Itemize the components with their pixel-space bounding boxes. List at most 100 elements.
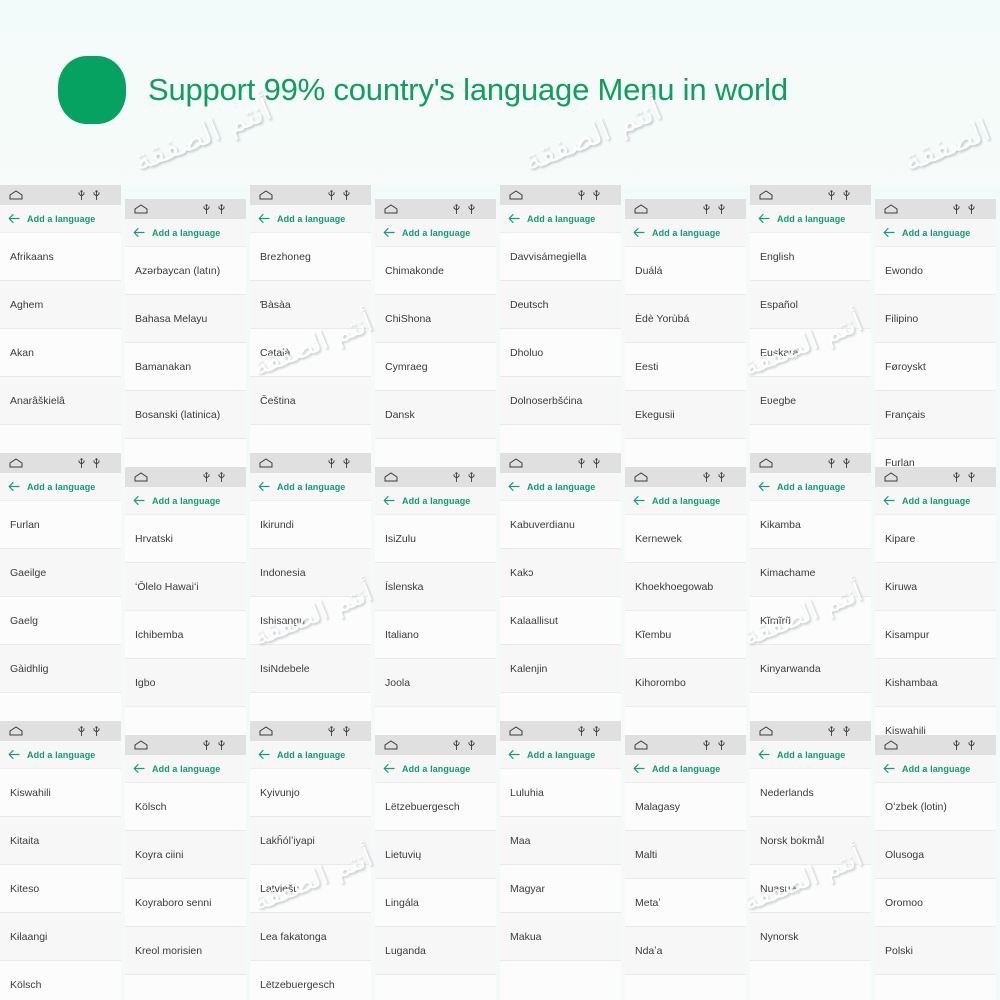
back-button[interactable] xyxy=(758,749,770,760)
language-list-item[interactable]: Duálá xyxy=(625,247,746,295)
back-arrow-icon[interactable] xyxy=(383,227,395,238)
back-arrow-icon[interactable] xyxy=(133,227,145,238)
back-arrow-icon[interactable] xyxy=(883,227,895,238)
language-list-item[interactable] xyxy=(375,975,496,1000)
language-list-item[interactable]: Kĩembu xyxy=(625,611,746,659)
language-list-item[interactable]: Bahasa Melayu xyxy=(125,295,246,343)
language-list-item[interactable]: Chimakonde xyxy=(375,247,496,295)
back-arrow-icon[interactable] xyxy=(758,213,770,224)
back-button[interactable] xyxy=(133,227,145,238)
language-list-item[interactable]: Kölsch xyxy=(0,961,121,1000)
language-list-item[interactable]: Lakȟólʼiyapi xyxy=(250,817,371,865)
back-button[interactable] xyxy=(133,763,145,774)
language-list-item[interactable]: Azərbaycan (latın) xyxy=(125,247,246,295)
back-button[interactable] xyxy=(508,213,520,224)
language-list-item[interactable]: Nuasue xyxy=(750,865,871,913)
language-list-item[interactable]: Kinyarwanda xyxy=(750,645,871,693)
language-list-item[interactable]: Luganda xyxy=(375,927,496,975)
language-list-item[interactable]: Khoekhoegowab xyxy=(625,563,746,611)
language-list-item[interactable]: Oʻzbek (lotin) xyxy=(875,783,996,831)
language-list-item[interactable]: Kipare xyxy=(875,515,996,563)
back-button[interactable] xyxy=(633,227,645,238)
back-arrow-icon[interactable] xyxy=(8,749,20,760)
language-list-item[interactable]: Akan xyxy=(0,329,121,377)
language-list-item[interactable]: Luluhia xyxy=(500,769,621,817)
language-list-item[interactable]: Koyra ciini xyxy=(125,831,246,879)
language-list-item[interactable]: Italiano xyxy=(375,611,496,659)
language-list-item[interactable]: Kiruwa xyxy=(875,563,996,611)
language-list-item[interactable]: Igbo xyxy=(125,659,246,707)
language-list-item[interactable]: Čeština xyxy=(250,377,371,425)
language-list-item[interactable]: Kiswahili xyxy=(0,769,121,817)
back-arrow-icon[interactable] xyxy=(258,213,270,224)
language-list-item[interactable]: Kiteso xyxy=(0,865,121,913)
language-list-item[interactable]: Kreol morisien xyxy=(125,927,246,975)
language-list-item[interactable]: Brezhoneg xyxy=(250,233,371,281)
back-arrow-icon[interactable] xyxy=(758,481,770,492)
language-list-item[interactable]: Ichibemba xyxy=(125,611,246,659)
language-list-item[interactable]: Oromoo xyxy=(875,879,996,927)
language-list-item[interactable]: Ewondo xyxy=(875,247,996,295)
back-button[interactable] xyxy=(633,495,645,506)
back-arrow-icon[interactable] xyxy=(633,495,645,506)
back-arrow-icon[interactable] xyxy=(8,481,20,492)
back-button[interactable] xyxy=(258,481,270,492)
language-list-item[interactable]: ʻŌlelo Hawaiʻi xyxy=(125,563,246,611)
language-list-item[interactable]: Kisampur xyxy=(875,611,996,659)
language-list-item[interactable]: Bosanski (latinica) xyxy=(125,391,246,439)
language-list-item[interactable]: Lietuvių xyxy=(375,831,496,879)
back-button[interactable] xyxy=(383,227,395,238)
back-arrow-icon[interactable] xyxy=(383,495,395,506)
back-arrow-icon[interactable] xyxy=(8,213,20,224)
language-list-item[interactable]: ChiShona xyxy=(375,295,496,343)
language-list-item[interactable]: Kikamba xyxy=(750,501,871,549)
language-list-item[interactable]: Kakɔ xyxy=(500,549,621,597)
back-button[interactable] xyxy=(8,481,20,492)
back-arrow-icon[interactable] xyxy=(258,749,270,760)
back-button[interactable] xyxy=(758,213,770,224)
back-button[interactable] xyxy=(258,749,270,760)
language-list-item[interactable]: Nederlands xyxy=(750,769,871,817)
language-list-item[interactable]: Dolnoserbšćina xyxy=(500,377,621,425)
language-list-item[interactable]: Lingála xyxy=(375,879,496,927)
language-list-item[interactable]: Joola xyxy=(375,659,496,707)
language-list-item[interactable]: Lëtzebuergesch xyxy=(250,961,371,1000)
language-list-item[interactable]: Ikirundi xyxy=(250,501,371,549)
language-list-item[interactable]: Eʋegbe xyxy=(750,377,871,425)
back-arrow-icon[interactable] xyxy=(508,213,520,224)
language-list-item[interactable]: Lea fakatonga xyxy=(250,913,371,961)
language-list-item[interactable]: Koyraboro senni xyxy=(125,879,246,927)
language-list-item[interactable]: Euskara xyxy=(750,329,871,377)
language-list-item[interactable]: Makua xyxy=(500,913,621,961)
back-arrow-icon[interactable] xyxy=(133,763,145,774)
language-list-item[interactable]: English xyxy=(750,233,871,281)
back-arrow-icon[interactable] xyxy=(883,495,895,506)
language-list-item[interactable]: Føroyskt xyxy=(875,343,996,391)
language-list-item[interactable]: Gaelg xyxy=(0,597,121,645)
back-button[interactable] xyxy=(383,495,395,506)
language-list-item[interactable]: Furlan xyxy=(0,501,121,549)
back-arrow-icon[interactable] xyxy=(258,481,270,492)
language-list-item[interactable]: Kabuverdianu xyxy=(500,501,621,549)
language-list-item[interactable]: Nynorsk xyxy=(750,913,871,961)
language-list-item[interactable]: Kyivunjo xyxy=(250,769,371,817)
back-arrow-icon[interactable] xyxy=(508,481,520,492)
back-arrow-icon[interactable] xyxy=(133,495,145,506)
language-list-item[interactable]: Kalaallisut xyxy=(500,597,621,645)
back-button[interactable] xyxy=(133,495,145,506)
language-list-item[interactable]: Bamanakan xyxy=(125,343,246,391)
language-list-item[interactable]: Kölsch xyxy=(125,783,246,831)
back-arrow-icon[interactable] xyxy=(883,763,895,774)
back-arrow-icon[interactable] xyxy=(633,227,645,238)
back-arrow-icon[interactable] xyxy=(633,763,645,774)
language-list-item[interactable]: Español xyxy=(750,281,871,329)
back-button[interactable] xyxy=(8,749,20,760)
language-list-item[interactable]: Afrikaans xyxy=(0,233,121,281)
language-list-item[interactable]: Ishisangu xyxy=(250,597,371,645)
language-list-item[interactable]: Malagasy xyxy=(625,783,746,831)
language-list-item[interactable]: Kishambaa xyxy=(875,659,996,707)
language-list-item[interactable]: Èdè Yorùbá xyxy=(625,295,746,343)
back-button[interactable] xyxy=(508,749,520,760)
language-list-item[interactable]: Magyar xyxy=(500,865,621,913)
language-list-item[interactable]: Eesti xyxy=(625,343,746,391)
